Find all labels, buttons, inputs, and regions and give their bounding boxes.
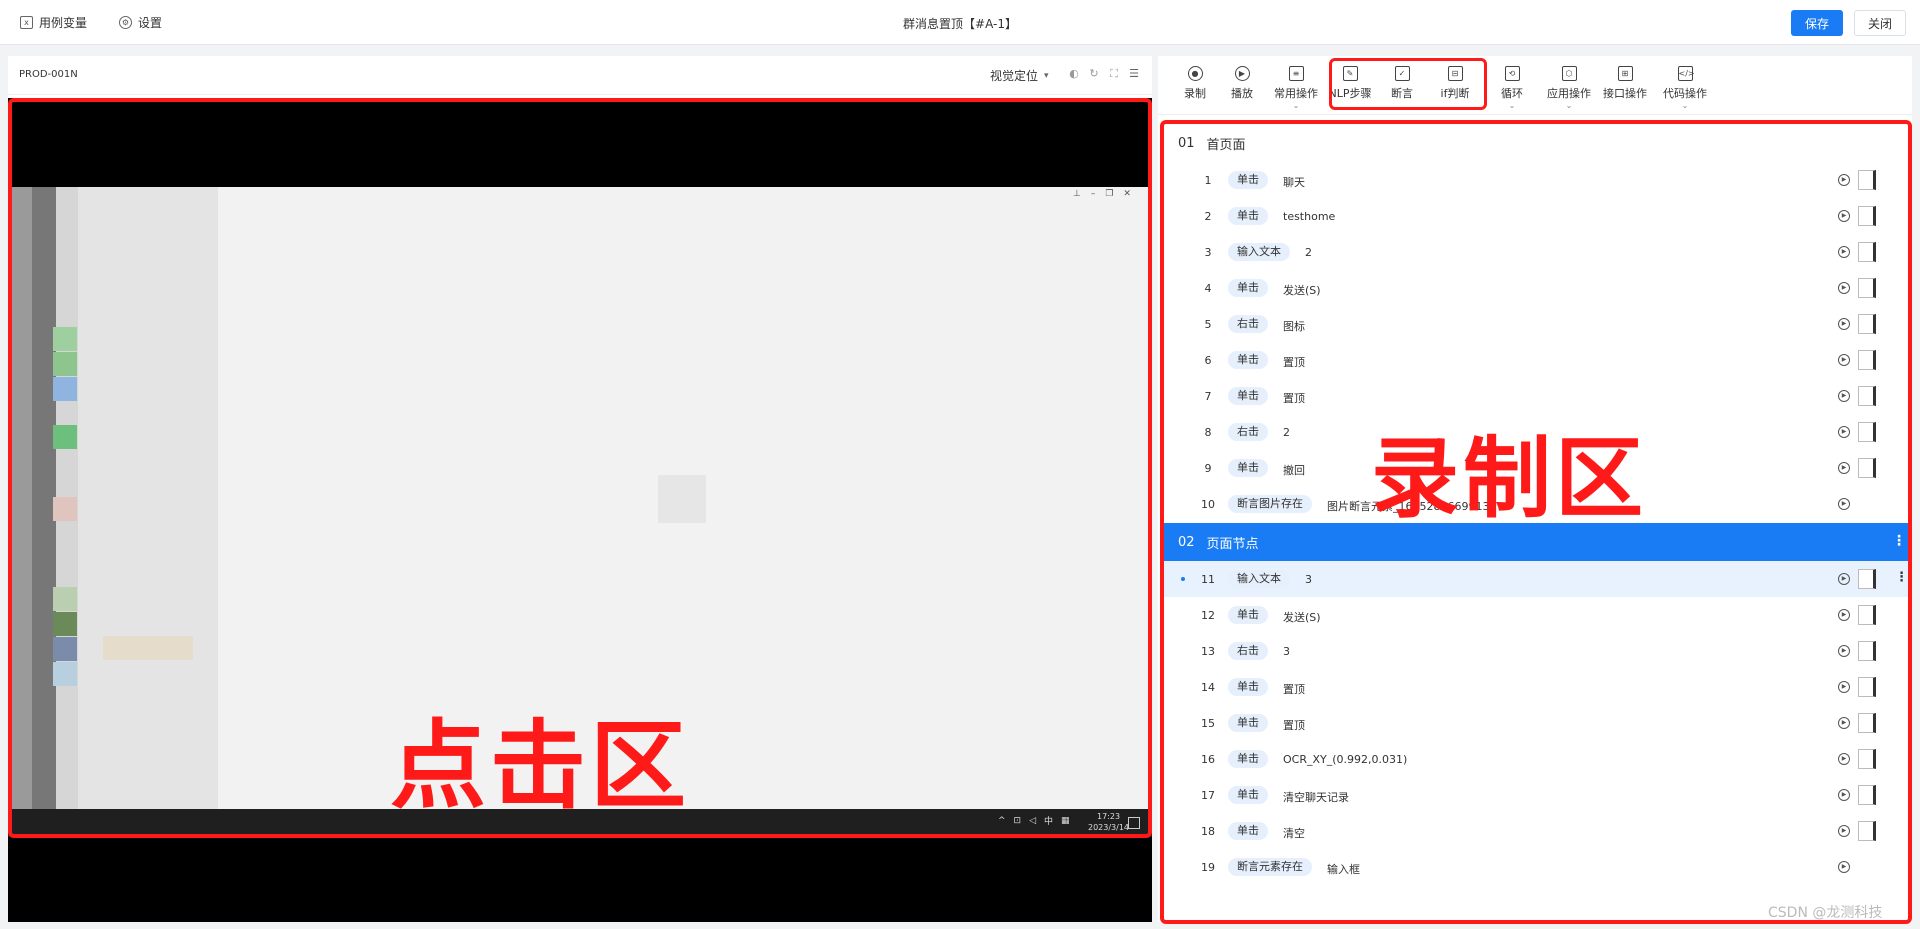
record-area-annotation-label: 录制区 [1371,427,1648,530]
page-title: 群消息置顶【#A-1】 [903,17,1017,31]
tool-label: 录制 [1184,87,1206,100]
fullscreen-icon[interactable]: ⛶ [1108,68,1120,80]
chevron-down-icon: ⌄ [1508,101,1516,110]
tool-label: 常用操作 [1274,87,1318,100]
loop-icon: ⟲ [1504,66,1520,81]
menu-icon[interactable]: ☰ [1128,68,1140,80]
tool-code-button[interactable]: </> 代码操作 ⌄ [1658,66,1712,110]
play-icon: ▶ [1234,66,1250,81]
device-id: PROD-001N [19,69,78,80]
list-icon: ≡ [1288,66,1304,81]
close-button[interactable]: 关闭 [1854,10,1906,36]
refresh-icon[interactable]: ↻ [1088,68,1100,80]
tool-label: 播放 [1231,87,1253,100]
tool-loop-button[interactable]: ⟲ 循环 ⌄ [1485,66,1539,110]
device-panel-header: PROD-001N 视觉定位 ▾ ◐ ↻ ⛶ ☰ [8,56,1152,95]
code-icon: </> [1677,66,1695,81]
palette-icon[interactable]: ◐ [1068,68,1080,80]
top-bar: x 用例变量 ⚙ 设置 群消息置顶【#A-1】 保存 关闭 [0,0,1920,45]
tool-label: 代码操作 [1663,87,1707,100]
tool-label: 循环 [1501,87,1523,100]
tool-api-button[interactable]: ⊞ 接口操作 [1598,66,1652,101]
visual-locate-dropdown[interactable]: 视觉定位 ▾ [990,67,1049,84]
tool-play-button[interactable]: ▶ 播放 [1215,66,1269,101]
step-toolbar: ● 录制 ▶ 播放 ≡ 常用操作 ⌄ ✎ NLP步骤 ✓ 断言 ⊟ if判断 ⟲ 循环 ⌄ ⬡ 应用操作 ⌄ ⊞ 接口操… [1158,56,1912,115]
click-area-annotation-label: 点击区 [390,710,690,822]
tool-app-button[interactable]: ⬡ 应用操作 ⌄ [1542,66,1596,110]
watermark: CSDN @龙测科技 [1768,905,1883,921]
tool-label: 应用操作 [1547,87,1591,100]
save-button[interactable]: 保存 [1791,10,1843,36]
record-icon: ● [1187,66,1203,81]
tools-annotation-box [1329,58,1487,110]
chevron-down-icon: ▾ [1044,70,1049,81]
tool-record-button[interactable]: ● 录制 [1168,66,1222,101]
chevron-down-icon: ⌄ [1292,101,1300,110]
tool-label: 接口操作 [1603,87,1647,100]
app-icon: ⬡ [1561,66,1577,81]
visual-locate-label: 视觉定位 [990,69,1039,83]
tool-list-button[interactable]: ≡ 常用操作 ⌄ [1269,66,1323,110]
chevron-down-icon: ⌄ [1565,101,1573,110]
chevron-down-icon: ⌄ [1681,101,1689,110]
api-icon: ⊞ [1617,66,1633,81]
